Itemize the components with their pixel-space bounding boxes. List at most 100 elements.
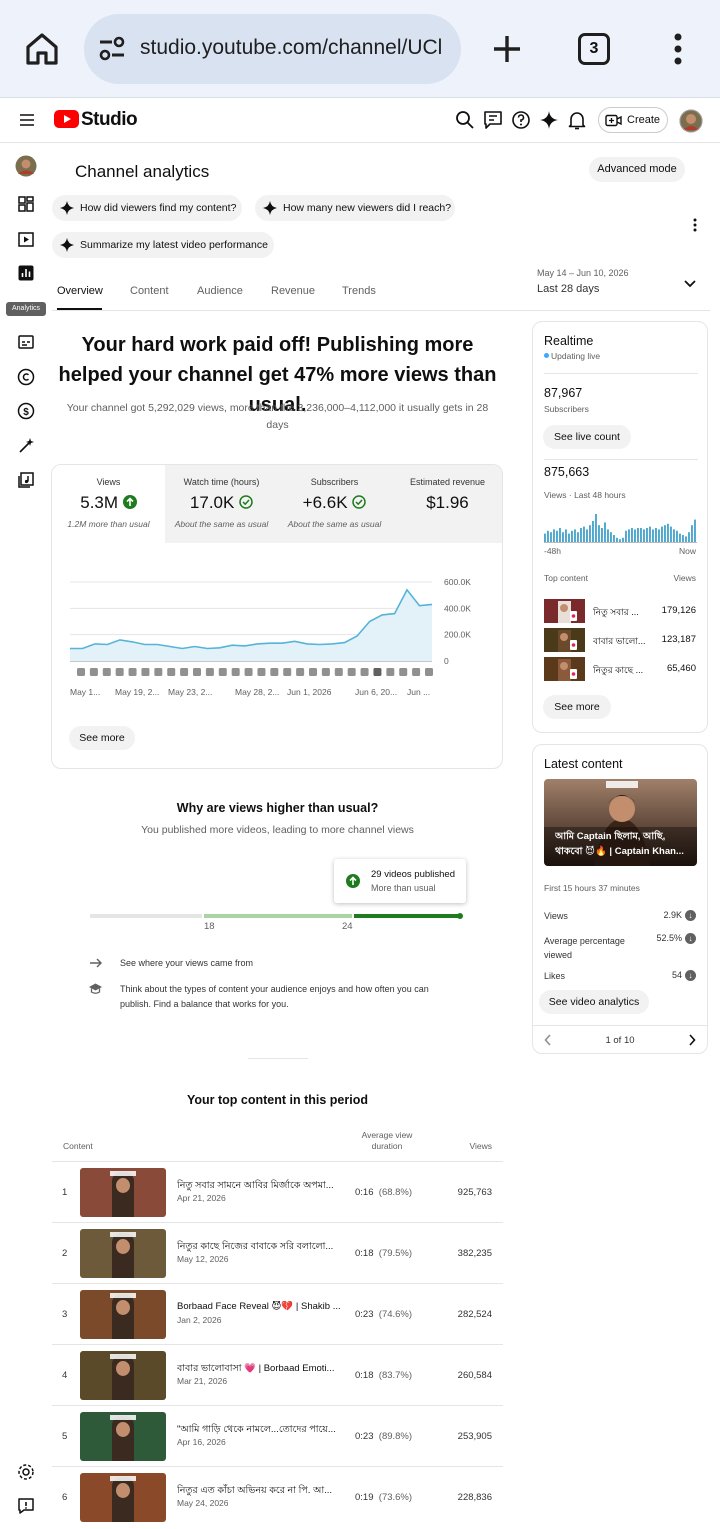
video-title[interactable]: নিতু সবার সামনে আবির মির্জাকে অপমা... (177, 1179, 347, 1194)
date-range-dates[interactable]: May 14 – Jun 10, 2026 (537, 268, 629, 278)
copyright-icon[interactable] (16, 367, 36, 387)
table-row[interactable]: 2 নিতুর কাছে নিজের বাবাকে সরি বলালো... May… (52, 1222, 503, 1283)
earn-icon[interactable]: $ (16, 401, 36, 421)
tab-revenue[interactable]: Revenue (271, 285, 315, 297)
ask-chip-summarize[interactable]: Summarize my latest video performance (52, 232, 274, 258)
subtitles-icon[interactable] (16, 332, 36, 352)
table-row[interactable]: 1 নিতু সবার সামনে আবির মির্জাকে অপমা... Ap… (52, 1161, 503, 1222)
see-live-count-button[interactable]: See live count (543, 425, 631, 449)
dashboard-icon[interactable] (16, 194, 36, 214)
table-row[interactable]: 6 নিতুর এত কাঁচা অভিনয় করে না পি. আ... Ma… (52, 1466, 503, 1527)
advanced-mode-button[interactable]: Advanced mode (589, 157, 685, 182)
realtime-views-bars[interactable] (544, 512, 697, 542)
tab-overview[interactable]: Overview (57, 285, 103, 297)
feedback-icon[interactable] (482, 109, 504, 131)
video-title[interactable]: Borbaad Face Reveal 😈💔 | Shakib ... (177, 1301, 347, 1312)
views-chart[interactable]: 600.0K 400.0K 200.0K 0 May 1... May 19, 2... M… (52, 565, 503, 715)
kpi-subscribers[interactable]: Subscribers +6.6K About the same as usua… (278, 465, 391, 543)
audio-library-icon[interactable] (16, 470, 36, 490)
chevron-right-icon[interactable] (688, 1034, 696, 1046)
video-title[interactable]: "আমি গাড়ি থেকে নামলে...তোদের পায়ে... (177, 1423, 347, 1438)
settings-icon[interactable] (16, 1462, 36, 1482)
realtime-bar (691, 525, 693, 542)
video-thumbnail[interactable] (80, 1168, 166, 1217)
top-item-views: 179,126 (661, 605, 696, 616)
site-settings-icon[interactable] (98, 36, 126, 62)
video-marker (180, 668, 189, 676)
top-item-thumbnail[interactable] (544, 657, 585, 681)
avd-percent: (68.8%) (378, 1187, 413, 1198)
realtime-status: Updating live (544, 351, 600, 361)
table-row[interactable]: 4 বাবার ভালোবাসা 💗 | Borbaad Emoti... Mar … (52, 1344, 503, 1405)
content-icon[interactable] (16, 229, 36, 249)
video-title[interactable]: নিতুর কাছে নিজের বাবাকে সরি বলালো... (177, 1240, 347, 1255)
realtime-bar (583, 526, 585, 542)
tab-switcher-button[interactable]: 3 (578, 33, 610, 65)
analytics-icon[interactable] (16, 263, 36, 283)
chevron-down-icon[interactable] (684, 279, 696, 289)
date-range-label[interactable]: Last 28 days (537, 283, 599, 295)
latest-thumbnail-caption: আমি Captain ছিলাম, আছি, থাকবো 😈🔥 | Capta… (555, 831, 684, 857)
tab-trends[interactable]: Trends (342, 285, 376, 297)
down-arrow-icon: ↓ (685, 910, 696, 922)
video-thumbnail[interactable] (80, 1229, 166, 1278)
video-thumbnail[interactable] (80, 1473, 166, 1522)
video-marker (257, 668, 266, 676)
overview-card: Views 5.3M 1.2M more than usual Watch ti… (51, 464, 503, 769)
top-item-title[interactable]: নিতুর কাছে ... (593, 663, 653, 678)
kpi-revenue[interactable]: Estimated revenue $1.96 (391, 465, 502, 543)
sparkle-icon[interactable] (538, 109, 560, 131)
video-add-icon (605, 114, 622, 127)
channel-avatar[interactable] (15, 155, 37, 177)
ask-chip-viewers-find[interactable]: How did viewers find my content? (52, 195, 242, 221)
video-marker (386, 668, 395, 676)
create-button[interactable]: Create (598, 107, 668, 133)
thumbnail-strip (110, 1171, 136, 1176)
col-views[interactable]: Views (440, 1141, 492, 1151)
realtime-bar (682, 535, 684, 542)
see-more-button[interactable]: See more (69, 726, 135, 750)
video-title[interactable]: নিতুর এত কাঁচা অভিনয় করে না পি. আ... (177, 1484, 347, 1499)
ask-chip-new-viewers[interactable]: How many new viewers did I reach? (255, 195, 455, 221)
video-thumbnail[interactable] (80, 1351, 166, 1400)
latest-video-thumbnail[interactable]: আমি Captain ছিলাম, আছি, থাকবো 😈🔥 | Capta… (544, 779, 697, 866)
top-item-thumbnail[interactable] (544, 599, 585, 623)
top-item-title[interactable]: নিতু সবার ... (593, 605, 653, 620)
see-video-analytics-button[interactable]: See video analytics (539, 990, 649, 1014)
realtime-bar (679, 533, 681, 542)
more-options-icon[interactable] (692, 218, 698, 232)
customization-icon[interactable] (16, 436, 36, 456)
video-marker (244, 668, 253, 676)
kpi-views[interactable]: Views 5.3M 1.2M more than usual (52, 465, 165, 543)
youtube-logo-icon[interactable] (54, 110, 79, 128)
tip-traffic-link[interactable]: See where your views came from (120, 956, 253, 971)
row-rank: 4 (62, 1370, 68, 1381)
kpi-watch-time[interactable]: Watch time (hours) 17.0K About the same … (165, 465, 278, 543)
table-row[interactable]: 5 "আমি গাড়ি থেকে নামলে...তোদের পায়ে... A… (52, 1405, 503, 1466)
top-item-title[interactable]: বাবার ভালো... (593, 634, 653, 649)
video-thumbnail[interactable] (80, 1290, 166, 1339)
new-tab-icon[interactable] (491, 33, 523, 65)
search-icon[interactable] (454, 109, 476, 131)
table-row[interactable]: 3 Borbaad Face Reveal 😈💔 | Shakib ... Jan … (52, 1283, 503, 1344)
video-title[interactable]: বাবার ভালোবাসা 💗 | Borbaad Emoti... (177, 1362, 347, 1377)
video-thumbnail[interactable] (80, 1412, 166, 1461)
tab-content[interactable]: Content (130, 285, 169, 297)
brand-name[interactable]: Studio (81, 109, 138, 131)
url-text[interactable]: studio.youtube.com/channel/UCl (140, 36, 452, 60)
menu-icon[interactable] (20, 114, 34, 126)
top-item-thumbnail[interactable] (544, 628, 585, 652)
see-more-button[interactable]: See more (543, 695, 611, 719)
home-icon[interactable] (24, 31, 60, 67)
video-marker (193, 668, 201, 676)
account-avatar[interactable] (679, 109, 703, 133)
more-vert-icon[interactable] (672, 33, 684, 65)
col-avd[interactable]: Average view duration (355, 1130, 419, 1152)
notifications-icon[interactable] (566, 109, 588, 131)
tab-audience[interactable]: Audience (197, 285, 243, 297)
realtime-bar (694, 519, 696, 542)
realtime-bar (643, 529, 645, 542)
send-feedback-icon[interactable] (16, 1496, 36, 1516)
latest-content-title: Latest content (544, 757, 623, 771)
help-icon[interactable] (510, 109, 532, 131)
